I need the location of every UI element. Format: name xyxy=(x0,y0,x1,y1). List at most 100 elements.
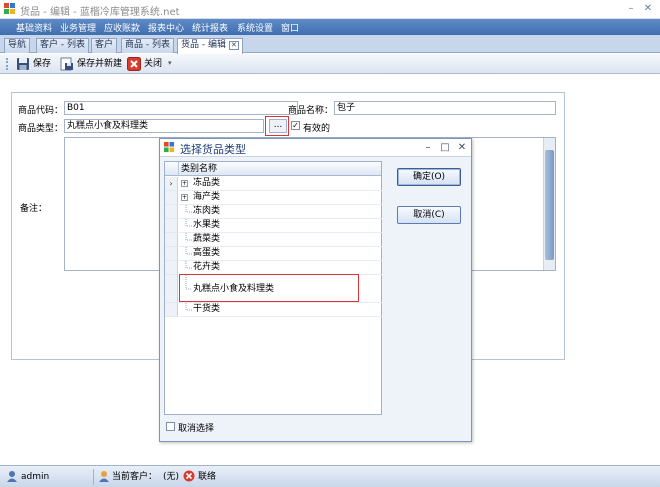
close-icon[interactable]: ✕ xyxy=(641,3,655,15)
save-new-label: 保存并新建 xyxy=(77,59,123,69)
tab-label: 客户 xyxy=(95,40,114,50)
row-indicator[interactable] xyxy=(165,303,178,317)
row-indicator[interactable] xyxy=(165,205,178,219)
toolbar: 保存 保存并新建 关闭 ▾ xyxy=(0,54,660,74)
window-title: 货品 - 编辑 - 蓝楷冷库管理系统.net xyxy=(20,7,180,18)
dialog-minimize-icon[interactable]: – xyxy=(422,142,434,154)
menu-item-statistics[interactable]: 统计报表 xyxy=(192,21,228,34)
tree-row[interactable]: + 冻品类 xyxy=(179,177,382,191)
row-indicator[interactable] xyxy=(165,261,178,275)
tab-product-edit[interactable]: 货品 - 编辑 ✕ xyxy=(177,38,243,54)
status-customer-value: (无) xyxy=(163,472,180,482)
ok-button[interactable]: 确定(O) xyxy=(397,168,461,186)
column-header[interactable]: 类别名称 xyxy=(178,162,383,176)
valid-label: 有效的 xyxy=(303,124,331,134)
cancel-button[interactable]: 取消(C) xyxy=(397,206,461,224)
contact-icon[interactable] xyxy=(183,470,195,482)
document-tabs: 导航 客户 - 列表 客户 商品 - 列表 货品 - 编辑 ✕ xyxy=(0,35,660,54)
tab-customer[interactable]: 客户 xyxy=(91,38,118,53)
tree-row[interactable]: 干货类 xyxy=(179,303,382,317)
dialog-maximize-icon[interactable]: □ xyxy=(439,142,451,154)
tree-row[interactable]: 水果类 xyxy=(179,219,382,233)
tree-connector-icon xyxy=(185,233,192,241)
tree-row-label: 干货类 xyxy=(193,304,221,314)
highlight-box-browse xyxy=(265,116,289,136)
memo-label: 备注： xyxy=(20,204,48,214)
menu-item-business[interactable]: 业务管理 xyxy=(60,21,96,34)
save-new-icon xyxy=(60,57,73,71)
tab-product-list[interactable]: 商品 - 列表 xyxy=(121,38,174,53)
save-label: 保存 xyxy=(33,59,52,69)
uncheck-label: 取消选择 xyxy=(178,424,215,434)
menu-item-receivable[interactable]: 应收账款 xyxy=(104,21,140,34)
close-red-icon xyxy=(127,57,141,71)
dialog-app-icon xyxy=(164,142,175,153)
row-indicator[interactable] xyxy=(165,191,178,205)
dialog-close-icon[interactable]: ✕ xyxy=(456,142,468,154)
status-customer-label: 当前客户： xyxy=(112,472,158,482)
toolbar-grip[interactable] xyxy=(6,58,8,70)
tree-connector-icon xyxy=(185,303,192,311)
tree-row-label: 冻品类 xyxy=(193,178,221,188)
tree-row[interactable]: 高蛋类 xyxy=(179,247,382,261)
floppy-disk-icon xyxy=(17,58,29,70)
code-label: 商品代码： xyxy=(18,106,64,116)
row-indicator[interactable] xyxy=(165,233,178,247)
name-label: 商品名称： xyxy=(288,106,334,116)
memo-scrollbar[interactable] xyxy=(543,138,555,270)
expand-icon[interactable]: + xyxy=(181,194,188,201)
tab-label: 货品 - 编辑 xyxy=(181,40,226,50)
menu-item-window[interactable]: 窗口 xyxy=(281,21,299,34)
close-label: 关闭 xyxy=(144,59,163,69)
tree-row[interactable]: 冻肉类 xyxy=(179,205,382,219)
tree-connector-icon xyxy=(185,205,192,213)
tree-row-label: 花卉类 xyxy=(193,262,221,272)
tree-row[interactable]: + 海产类 xyxy=(179,191,382,205)
menu-item-basic[interactable]: 基础资料 xyxy=(16,21,52,34)
customer-icon xyxy=(99,471,109,482)
tree-row[interactable]: 蔬菜类 xyxy=(179,233,382,247)
row-indicator[interactable] xyxy=(165,275,178,303)
valid-checkbox[interactable]: ✓ xyxy=(291,121,300,130)
memo-scroll-thumb[interactable] xyxy=(545,150,554,260)
dialog-footer: 取消选择 xyxy=(160,417,471,441)
toolbar-overflow-icon[interactable]: ▾ xyxy=(168,59,172,67)
dialog-titlebar: 选择货品类型 – □ ✕ xyxy=(160,139,471,157)
tab-navigation[interactable]: 导航 xyxy=(4,38,31,53)
window-titlebar: 货品 - 编辑 - 蓝楷冷库管理系统.net – ✕ xyxy=(0,0,660,19)
select-type-dialog: 选择货品类型 – □ ✕ 类别名称 › + 冻品类 + 海产类 冻肉类 水果类 xyxy=(159,138,472,442)
tab-customer-list[interactable]: 客户 - 列表 xyxy=(36,38,89,53)
menu-item-reports[interactable]: 报表中心 xyxy=(148,21,184,34)
name-input[interactable]: 包子 xyxy=(334,101,556,115)
app-icon xyxy=(4,3,15,14)
status-separator xyxy=(93,469,94,485)
tree-header: 类别名称 xyxy=(165,162,381,176)
type-input[interactable]: 丸糕点小食及料理类 xyxy=(64,119,264,133)
tree-row-label: 蔬菜类 xyxy=(193,234,221,244)
user-icon xyxy=(7,471,17,482)
code-input[interactable]: B01 xyxy=(64,101,298,115)
tree-row-label: 高蛋类 xyxy=(193,248,221,258)
status-bar: admin 当前客户： (无) 联络 xyxy=(0,465,660,487)
minimize-icon[interactable]: – xyxy=(624,3,638,15)
save-and-new-button[interactable]: 保存并新建 xyxy=(60,56,124,72)
tree-row-label: 水果类 xyxy=(193,220,221,230)
expand-icon[interactable]: + xyxy=(181,180,188,187)
type-label: 商品类型： xyxy=(18,124,64,134)
status-contact[interactable]: 联络 xyxy=(198,470,216,484)
row-indicator-current[interactable]: › xyxy=(165,177,178,191)
tree-row[interactable]: 花卉类 xyxy=(179,261,382,275)
row-indicator[interactable] xyxy=(165,219,178,233)
type-tree: 类别名称 › + 冻品类 + 海产类 冻肉类 水果类 蔬菜类 高蛋类 花卉类 丸… xyxy=(164,161,382,415)
row-indicator[interactable] xyxy=(165,247,178,261)
tab-label: 导航 xyxy=(8,40,27,50)
uncheck-checkbox[interactable] xyxy=(166,422,175,431)
tree-connector-icon xyxy=(185,261,192,269)
highlight-box-selected-row xyxy=(179,274,359,302)
menu-item-settings[interactable]: 系统设置 xyxy=(237,21,273,34)
save-button[interactable]: 保存 xyxy=(16,56,56,72)
close-button[interactable]: 关闭 xyxy=(127,56,173,72)
tree-row-label: 海产类 xyxy=(193,192,221,202)
tab-close-icon[interactable]: ✕ xyxy=(228,41,239,50)
menu-bar: 基础资料 业务管理 应收账款 报表中心 统计报表 系统设置 窗口 xyxy=(0,19,660,35)
